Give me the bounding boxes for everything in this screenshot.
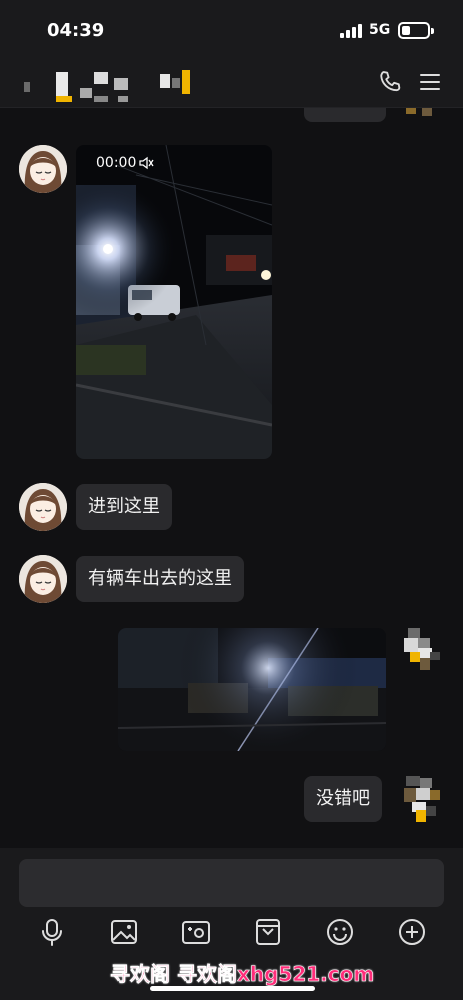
message-input[interactable] <box>19 859 444 907</box>
plus-icon[interactable] <box>396 916 428 948</box>
mute-icon[interactable] <box>138 155 154 171</box>
video-message[interactable]: 00:00 <box>76 145 272 459</box>
battery-icon <box>398 22 434 39</box>
menu-icon[interactable] <box>418 70 442 94</box>
chat-title-pixelated <box>22 68 202 104</box>
emoji-icon[interactable] <box>324 916 356 948</box>
file-icon[interactable] <box>252 916 284 948</box>
previous-message-bubble <box>304 108 386 122</box>
video-duration: 00:00 <box>96 155 137 171</box>
message-list[interactable]: 00:00 进到这里 有辆车出去的这里 没错吧 <box>0 108 463 848</box>
image-icon[interactable] <box>108 916 140 948</box>
avatar[interactable] <box>19 555 67 603</box>
avatar[interactable] <box>19 145 67 193</box>
image-message[interactable] <box>118 628 386 751</box>
home-indicator[interactable] <box>150 986 315 991</box>
status-time: 04:39 <box>47 20 105 41</box>
avatar-pixelated[interactable] <box>400 776 444 822</box>
phone-icon[interactable] <box>376 68 404 96</box>
message-bubble[interactable]: 没错吧 <box>304 776 382 822</box>
message-bubble[interactable]: 有辆车出去的这里 <box>76 556 244 602</box>
chat-header <box>0 60 463 108</box>
avatar[interactable] <box>19 483 67 531</box>
watermark: 寻欢阁 寻欢阁xhg521.com <box>110 962 375 987</box>
mic-icon[interactable] <box>36 916 68 948</box>
previous-avatar-pixelated <box>404 108 434 118</box>
avatar-pixelated[interactable] <box>400 628 444 672</box>
network-type: 5G <box>369 22 391 38</box>
camera-icon[interactable] <box>180 916 212 948</box>
status-bar: 04:39 5G <box>0 0 463 60</box>
signal-icon <box>340 24 362 38</box>
composer: 寻欢阁 寻欢阁xhg521.com <box>0 848 463 1000</box>
input-toolbar <box>0 916 463 956</box>
message-bubble[interactable]: 进到这里 <box>76 484 172 530</box>
